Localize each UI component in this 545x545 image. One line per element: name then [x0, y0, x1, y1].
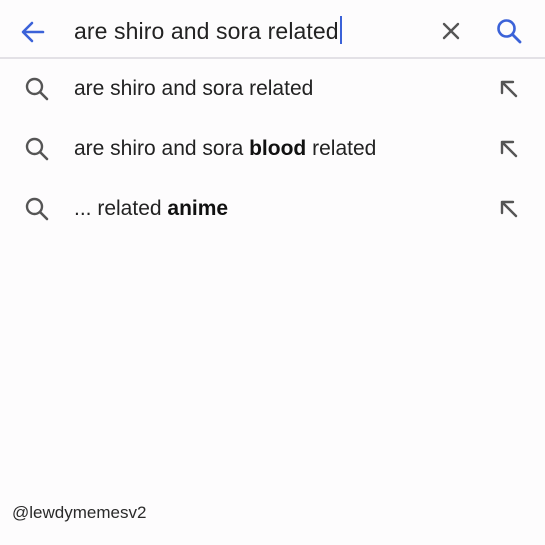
search-bar-divider: [0, 57, 545, 59]
search-icon: [25, 137, 49, 161]
suggestion-item[interactable]: ... related anime: [0, 180, 545, 238]
clear-button[interactable]: [440, 20, 462, 42]
suggestion-text-prefix: are shiro and sora: [74, 137, 250, 160]
search-page: are shiro and sora related are shiro and…: [0, 0, 545, 545]
suggestion-text-prefix: are shiro and sora related: [74, 77, 314, 100]
watermark-text: @lewdymemesv2: [12, 503, 147, 522]
suggestion-text-bold: blood: [249, 137, 307, 160]
arrow-up-left-icon[interactable]: [498, 198, 520, 220]
suggestion-text: are shiro and sora related: [74, 75, 313, 103]
suggestion-text: ... related anime: [74, 195, 228, 223]
arrow-up-left-icon[interactable]: [498, 78, 520, 100]
suggestion-item[interactable]: are shiro and sora blood related: [0, 120, 545, 178]
text-cursor: [339, 16, 342, 44]
suggestion-text-prefix: ... related: [74, 197, 168, 220]
suggestion-text-suffix: related: [306, 137, 377, 160]
arrow-left-icon: [21, 21, 45, 43]
search-icon: [25, 197, 49, 221]
suggestion-text-bold: anime: [167, 197, 229, 220]
search-button[interactable]: [495, 17, 523, 45]
close-icon: [442, 22, 460, 40]
back-button[interactable]: [18, 17, 48, 47]
arrow-up-left-icon[interactable]: [498, 138, 520, 160]
search-icon: [25, 77, 49, 101]
suggestion-text: are shiro and sora blood related: [74, 135, 376, 163]
search-icon: [497, 19, 522, 44]
search-input[interactable]: are shiro and sora related: [74, 14, 342, 48]
suggestion-item[interactable]: are shiro and sora related: [0, 60, 545, 118]
search-query-text: are shiro and sora related: [74, 18, 339, 44]
search-bar: are shiro and sora related: [0, 0, 545, 59]
